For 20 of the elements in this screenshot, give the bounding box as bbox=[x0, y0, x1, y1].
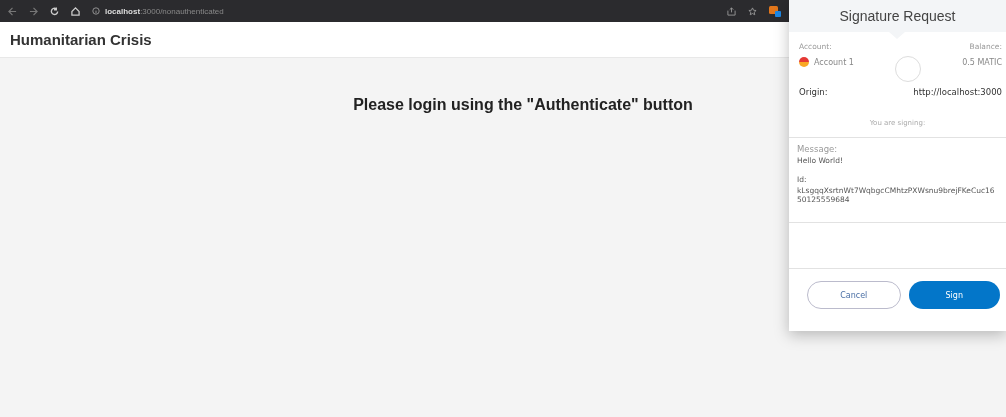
message-label: Message: bbox=[797, 144, 839, 154]
popup-title: Signature Request bbox=[839, 8, 956, 24]
address-bar-url[interactable]: localhost:3000/nonauthenticated bbox=[105, 6, 224, 16]
sign-button[interactable]: Sign bbox=[908, 281, 1000, 309]
info-icon bbox=[92, 7, 100, 15]
balance-value: 0.5 MATIC bbox=[962, 57, 1002, 67]
reload-icon[interactable] bbox=[50, 6, 59, 16]
cancel-button[interactable]: Cancel bbox=[807, 281, 901, 309]
home-icon[interactable] bbox=[71, 6, 80, 16]
share-icon[interactable] bbox=[727, 6, 736, 16]
forward-icon[interactable] bbox=[29, 6, 38, 16]
extension-icon[interactable] bbox=[769, 5, 782, 17]
star-icon[interactable] bbox=[748, 6, 757, 16]
account-name: Account 1 bbox=[814, 57, 854, 67]
account-avatar bbox=[799, 57, 809, 67]
origin-label: Origin: bbox=[799, 87, 828, 97]
origin-url: http://localhost:3000 bbox=[913, 87, 1002, 97]
back-icon[interactable] bbox=[8, 6, 17, 16]
login-message: Please login using the "Authenticate" button bbox=[353, 96, 693, 115]
app-title: Humanitarian Crisis bbox=[10, 31, 152, 48]
